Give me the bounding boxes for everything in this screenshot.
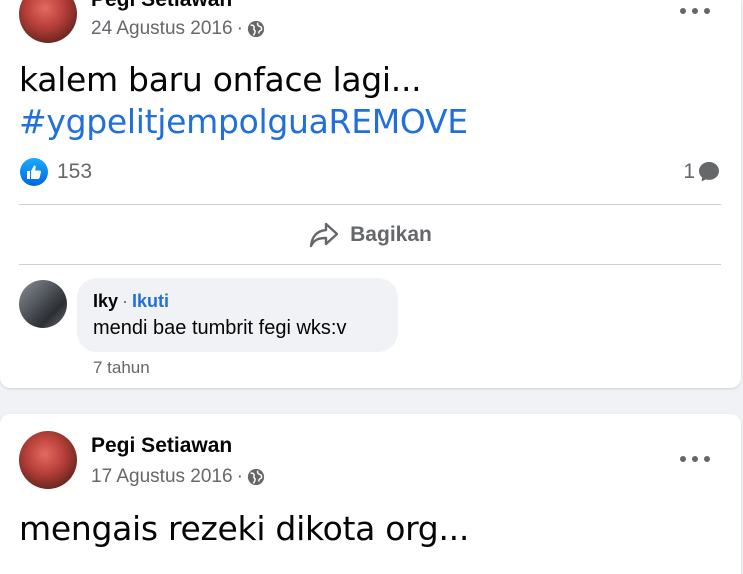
comment-count: 1 (683, 160, 695, 183)
reactions-summary[interactable]: 153 (20, 158, 92, 186)
post-date[interactable]: 17 Agustus 2016 (91, 466, 233, 488)
more-options-button[interactable] (680, 6, 710, 16)
post-card: Pegi Setiawan 17 Agustus 2016 · mengais … (0, 414, 741, 574)
comment-time[interactable]: 7 tahun (93, 358, 150, 378)
author-avatar[interactable] (19, 0, 77, 43)
comment-bubble-icon (699, 162, 719, 182)
globe-icon (247, 20, 265, 38)
post-text: mengais rezeki dikota org... (19, 509, 470, 548)
author-avatar[interactable] (19, 431, 77, 489)
post-date[interactable]: 24 Agustus 2016 (91, 18, 233, 40)
comment-author-row: Iky · Ikuti (93, 291, 169, 312)
comment-separator: · (122, 291, 129, 311)
post-meta: 24 Agustus 2016 · (91, 18, 265, 40)
comment-bubble: Iky · Ikuti mendi bae tumbrit fegi wks:v (77, 278, 398, 352)
author-name[interactable]: Pegi Setiawan (91, 434, 232, 458)
thumbs-up-icon (20, 158, 48, 186)
dot (680, 456, 686, 462)
globe-icon (247, 468, 265, 486)
author-name[interactable]: Pegi Setiawan (91, 0, 232, 12)
reaction-count: 153 (57, 160, 93, 183)
meta-separator: · (236, 466, 243, 487)
post-meta: 17 Agustus 2016 · (91, 466, 265, 488)
post-hashtag[interactable]: #ygpelitjempolguaREMOVE (19, 101, 468, 143)
follow-link[interactable]: Ikuti (132, 291, 169, 312)
divider (19, 264, 721, 265)
comment-count-button[interactable]: 1 (683, 160, 721, 184)
post-text: kalem baru onface lagi... (19, 60, 422, 99)
comment-author[interactable]: Iky (93, 291, 118, 312)
share-label: Bagikan (350, 223, 432, 246)
meta-separator: · (236, 18, 243, 39)
dot (704, 8, 710, 14)
commenter-avatar[interactable] (19, 280, 67, 328)
dot (692, 456, 698, 462)
divider (19, 204, 721, 205)
post-card: Pegi Setiawan 24 Agustus 2016 · kalem ba… (0, 0, 741, 388)
dot (704, 456, 710, 462)
share-arrow-icon (309, 222, 339, 248)
more-options-button[interactable] (680, 454, 710, 464)
dot (692, 8, 698, 14)
dot (680, 8, 686, 14)
share-button[interactable]: Bagikan (19, 206, 721, 264)
comment-text: mendi bae tumbrit fegi wks:v (93, 317, 347, 339)
